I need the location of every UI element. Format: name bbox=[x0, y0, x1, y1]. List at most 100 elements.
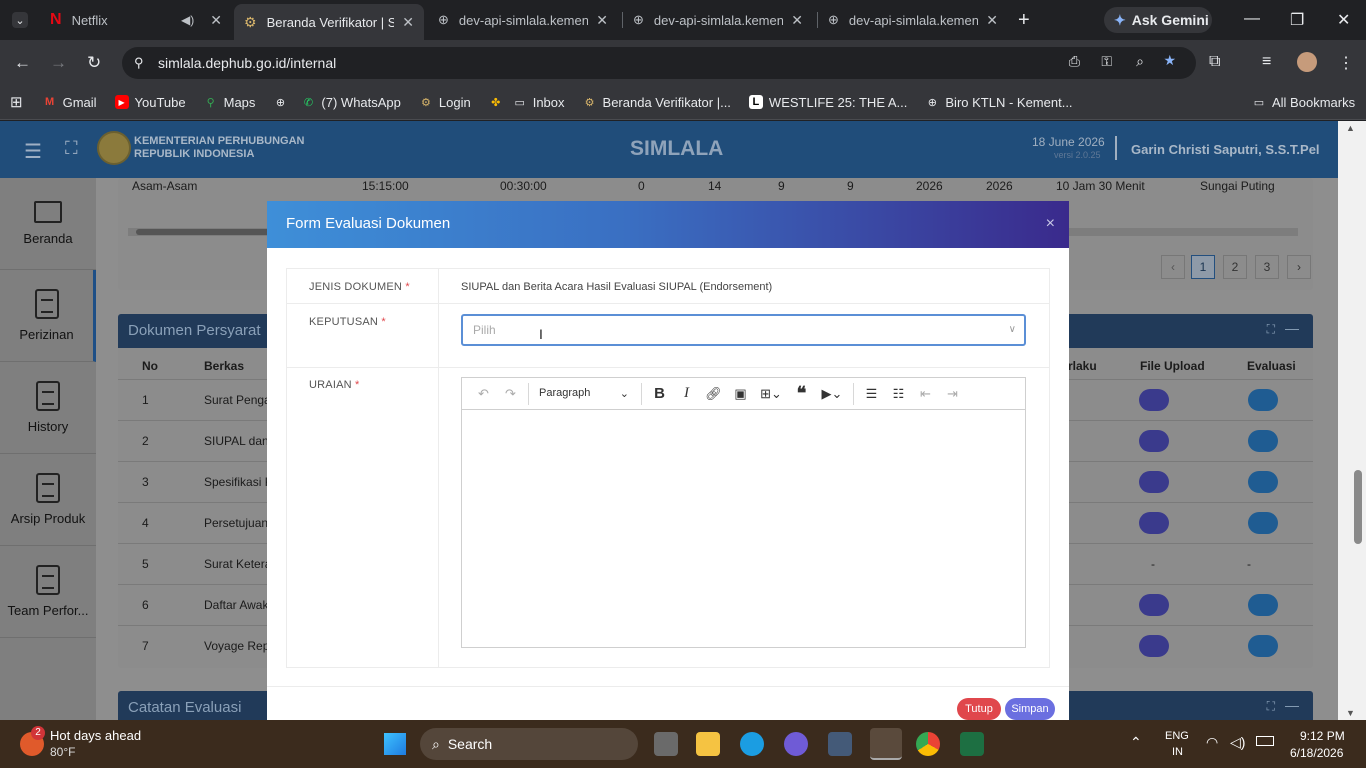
close-tab-icon[interactable]: ✕ bbox=[210, 12, 222, 29]
pager-page-1[interactable]: 1 bbox=[1191, 255, 1215, 279]
zoom-icon[interactable]: ⌕ bbox=[1136, 53, 1144, 70]
blockquote-icon[interactable]: ❝ bbox=[788, 383, 815, 404]
excel-icon[interactable] bbox=[960, 732, 984, 756]
bookmark-whatsapp[interactable]: ✆ (7) WhatsApp bbox=[301, 95, 401, 110]
new-tab-icon[interactable]: + bbox=[1018, 9, 1030, 32]
sidebar-item-beranda[interactable]: Beranda bbox=[0, 178, 96, 270]
bookmark-youtube[interactable]: ▶ YouTube bbox=[114, 95, 186, 110]
sticky-notes-icon[interactable] bbox=[870, 728, 902, 760]
page-scrollbar[interactable]: ▲ ▼ bbox=[1338, 121, 1366, 720]
bulleted-list-icon[interactable]: ☰ bbox=[858, 386, 885, 402]
task-view-icon[interactable] bbox=[654, 732, 678, 756]
windows-start-icon[interactable] bbox=[384, 733, 406, 755]
bookmark-inbox[interactable]: ▭ Inbox bbox=[513, 95, 565, 110]
edge-icon[interactable] bbox=[740, 732, 764, 756]
download-button[interactable] bbox=[1139, 512, 1169, 534]
media-icon[interactable]: ≡ bbox=[1262, 53, 1271, 71]
site-info-icon[interactable]: ⚲ bbox=[134, 55, 144, 71]
keputusan-select[interactable]: Pilih ∨ bbox=[461, 314, 1026, 346]
wifi-icon[interactable]: ◠ bbox=[1206, 734, 1218, 751]
chevron-up-icon[interactable]: ⌃ bbox=[1130, 734, 1142, 751]
tab-search-icon[interactable]: ⌄ bbox=[12, 12, 28, 28]
tab-dev-api-1[interactable]: ⊕ dev-api-simlala.kemenh ✕ bbox=[428, 0, 618, 40]
all-bookmarks[interactable]: ▭ All Bookmarks bbox=[1252, 95, 1355, 110]
profile-avatar[interactable] bbox=[1297, 52, 1317, 72]
sidebar-item-perizinan[interactable]: Perizinan bbox=[0, 270, 96, 362]
collapse-icon[interactable]: — bbox=[1285, 320, 1299, 336]
tab-beranda-verifikator[interactable]: ⚙ Beranda Verifikator | Si ✕ bbox=[234, 4, 424, 40]
close-tab-icon[interactable]: ✕ bbox=[402, 14, 414, 31]
hscroll-thumb[interactable] bbox=[136, 229, 276, 235]
speaker-icon[interactable]: ◀) bbox=[181, 13, 194, 27]
user-name[interactable]: Garin Christi Saputri, S.S.T.Pel bbox=[1131, 142, 1320, 157]
password-key-icon[interactable]: ⚿ bbox=[1101, 53, 1112, 70]
bookmark-pinwheel[interactable]: ✤ bbox=[489, 95, 503, 109]
tutup-button[interactable]: Tutup bbox=[957, 698, 1001, 720]
bookmark-star-icon[interactable]: ★ bbox=[1163, 52, 1176, 69]
scroll-up-icon[interactable]: ▲ bbox=[1346, 123, 1355, 133]
app-icon[interactable] bbox=[784, 732, 808, 756]
close-tab-icon[interactable]: ✕ bbox=[791, 12, 803, 29]
fullscreen-icon[interactable]: ⛶ bbox=[65, 138, 78, 159]
back-icon[interactable]: ← bbox=[14, 53, 31, 73]
media-embed-icon[interactable]: ▶⌄ bbox=[815, 386, 849, 402]
apps-grid-icon[interactable]: ⊞ bbox=[10, 93, 23, 111]
bookmark-westlife[interactable]: L WESTLIFE 25: THE A... bbox=[748, 95, 907, 110]
tab-netflix[interactable]: N Netflix ◀) ✕ bbox=[40, 0, 232, 40]
modal-close-button[interactable]: × bbox=[1046, 215, 1055, 233]
expand-icon[interactable]: ⛶ bbox=[1267, 322, 1275, 337]
restore-icon[interactable]: ❐ bbox=[1290, 10, 1304, 30]
redo-icon[interactable]: ↷ bbox=[497, 386, 524, 402]
weather-title[interactable]: Hot days ahead bbox=[50, 728, 141, 743]
download-button[interactable] bbox=[1139, 430, 1169, 452]
bookmark-beranda[interactable]: ⚙ Beranda Verifikator |... bbox=[583, 95, 731, 110]
edit-evaluasi-button[interactable] bbox=[1248, 430, 1278, 452]
sidebar-item-team-performance[interactable]: Team Perfor... bbox=[0, 546, 96, 638]
bookmark-gmail[interactable]: M Gmail bbox=[43, 95, 97, 110]
download-button[interactable] bbox=[1139, 471, 1169, 493]
pager-page-3[interactable]: 3 bbox=[1255, 255, 1279, 279]
numbered-list-icon[interactable]: ☷ bbox=[885, 386, 912, 402]
editor-content-area[interactable] bbox=[462, 411, 1025, 647]
close-tab-icon[interactable]: ✕ bbox=[596, 12, 608, 29]
collapse-icon[interactable]: — bbox=[1285, 697, 1299, 713]
file-explorer-icon[interactable] bbox=[696, 732, 720, 756]
tab-dev-api-2[interactable]: ⊕ dev-api-simlala.kemenh ✕ bbox=[623, 0, 813, 40]
install-icon[interactable]: ⎙ bbox=[1069, 53, 1080, 70]
pager-next[interactable]: › bbox=[1287, 255, 1311, 279]
link-icon[interactable]: 🔗︎ bbox=[700, 386, 727, 402]
language-1[interactable]: ENG bbox=[1165, 730, 1189, 742]
taskbar-search[interactable]: ⌕ Search bbox=[420, 728, 638, 760]
scrollbar-thumb[interactable] bbox=[1354, 470, 1362, 544]
reload-icon[interactable]: ↻ bbox=[87, 53, 101, 73]
bookmark-maps[interactable]: ⚲ Maps bbox=[204, 95, 256, 110]
sidebar-item-arsip-produk[interactable]: Arsip Produk bbox=[0, 454, 96, 546]
pager-page-2[interactable]: 2 bbox=[1223, 255, 1247, 279]
chrome-icon[interactable] bbox=[916, 732, 940, 756]
table-icon[interactable]: ⊞⌄ bbox=[754, 386, 788, 402]
tab-dev-api-3[interactable]: ⊕ dev-api-simlala.kemenh ✕ bbox=[818, 0, 1008, 40]
bookmark-login[interactable]: ⚙ Login bbox=[419, 95, 471, 110]
edit-evaluasi-button[interactable] bbox=[1248, 512, 1278, 534]
edit-evaluasi-button[interactable] bbox=[1248, 389, 1278, 411]
edit-evaluasi-button[interactable] bbox=[1248, 594, 1278, 616]
bookmark-globe[interactable]: ⊕ bbox=[273, 95, 287, 109]
bold-icon[interactable]: B bbox=[646, 385, 673, 402]
minimize-icon[interactable]: — bbox=[1244, 10, 1260, 28]
hamburger-icon[interactable]: ☰ bbox=[24, 139, 42, 164]
simpan-button[interactable]: Simpan bbox=[1005, 698, 1055, 720]
download-button[interactable] bbox=[1139, 594, 1169, 616]
indent-icon[interactable]: ⇥ bbox=[939, 386, 966, 402]
camera-icon[interactable] bbox=[828, 732, 852, 756]
download-button[interactable] bbox=[1139, 389, 1169, 411]
insert-image-icon[interactable]: ▣ bbox=[727, 386, 754, 402]
scroll-down-icon[interactable]: ▼ bbox=[1346, 708, 1355, 718]
expand-icon[interactable]: ⛶ bbox=[1267, 699, 1275, 714]
download-button[interactable] bbox=[1139, 635, 1169, 657]
clock-time[interactable]: 9:12 PM bbox=[1300, 729, 1345, 743]
extensions-icon[interactable]: ⧉ bbox=[1209, 53, 1220, 71]
pager-prev[interactable]: ‹ bbox=[1161, 255, 1185, 279]
italic-icon[interactable]: I bbox=[673, 385, 700, 402]
edit-evaluasi-button[interactable] bbox=[1248, 635, 1278, 657]
bookmark-biro-ktln[interactable]: ⊕ Biro KTLN - Kement... bbox=[925, 95, 1073, 110]
